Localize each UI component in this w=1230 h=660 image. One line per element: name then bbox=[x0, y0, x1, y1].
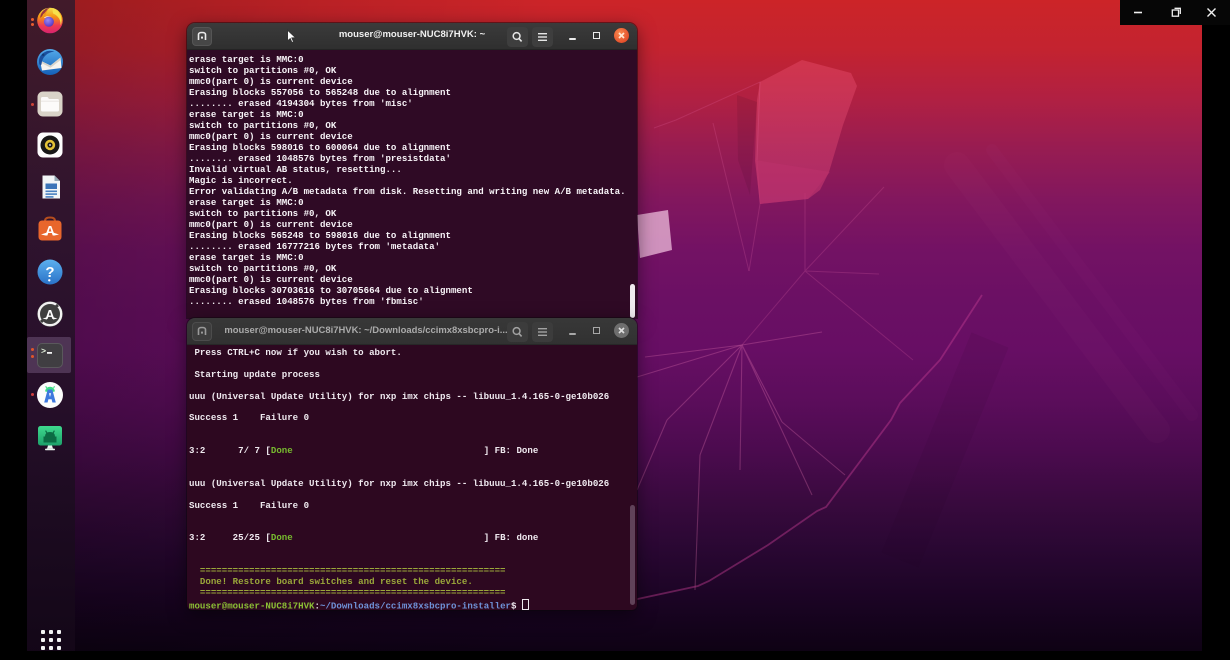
svg-text:?: ? bbox=[45, 264, 54, 281]
svg-text:A: A bbox=[45, 223, 55, 239]
svg-text:>: > bbox=[41, 347, 46, 357]
svg-text:A: A bbox=[45, 307, 55, 322]
